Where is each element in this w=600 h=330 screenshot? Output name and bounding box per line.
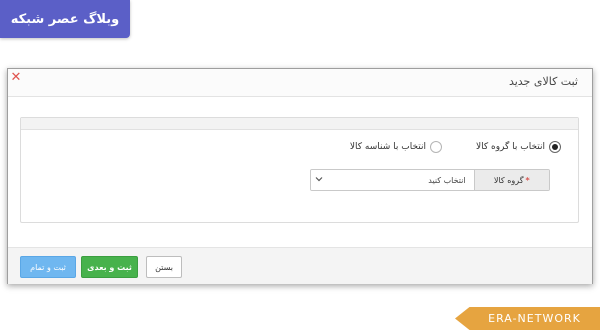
- form-panel: انتخاب با گروه کالا انتخاب با شناسه کالا…: [20, 117, 579, 223]
- save-and-next-button[interactable]: ثبت و بعدی: [81, 256, 138, 278]
- radio-label-by-id: انتخاب با شناسه کالا: [349, 142, 426, 152]
- save-and-finish-button[interactable]: ثبت و تمام: [20, 256, 76, 278]
- field-label-box: * گروه کالا: [473, 170, 549, 190]
- dialog-header: ثبت کالای جدید ✕: [8, 69, 592, 97]
- field-label: گروه کالا: [493, 175, 524, 185]
- close-button[interactable]: بستن: [146, 256, 182, 278]
- brand-label: وبلاگ عصر شبکه: [10, 11, 120, 27]
- radio-unchecked-icon: [430, 141, 442, 153]
- watermark-text: ERA-NETWORK: [488, 312, 581, 325]
- brand-badge: وبلاگ عصر شبکه: [0, 0, 130, 38]
- radio-dot: [552, 144, 558, 150]
- dialog-title: ثبت کالای جدید: [508, 75, 578, 88]
- radio-select-by-id[interactable]: انتخاب با شناسه کالا: [350, 141, 442, 153]
- close-icon[interactable]: ✕: [10, 71, 22, 85]
- radio-label-by-group: انتخاب با گروه کالا: [475, 142, 545, 152]
- panel-header: [21, 118, 578, 130]
- watermark-badge: ERA-NETWORK: [455, 307, 600, 330]
- radio-checked-icon: [549, 141, 561, 153]
- radio-select-by-group[interactable]: انتخاب با گروه کالا: [476, 141, 561, 153]
- new-product-dialog: ثبت کالای جدید ✕ انتخاب با گروه کالا انت…: [7, 68, 593, 284]
- required-mark: *: [525, 175, 530, 185]
- dialog-footer: ثبت و تمام ثبت و بعدی بستن: [8, 247, 592, 284]
- chevron-down-icon: [315, 177, 323, 182]
- product-group-select[interactable]: انتخاب کنید: [311, 170, 474, 190]
- product-group-field: انتخاب کنید * گروه کالا: [310, 169, 550, 191]
- select-value: انتخاب کنید: [428, 176, 466, 185]
